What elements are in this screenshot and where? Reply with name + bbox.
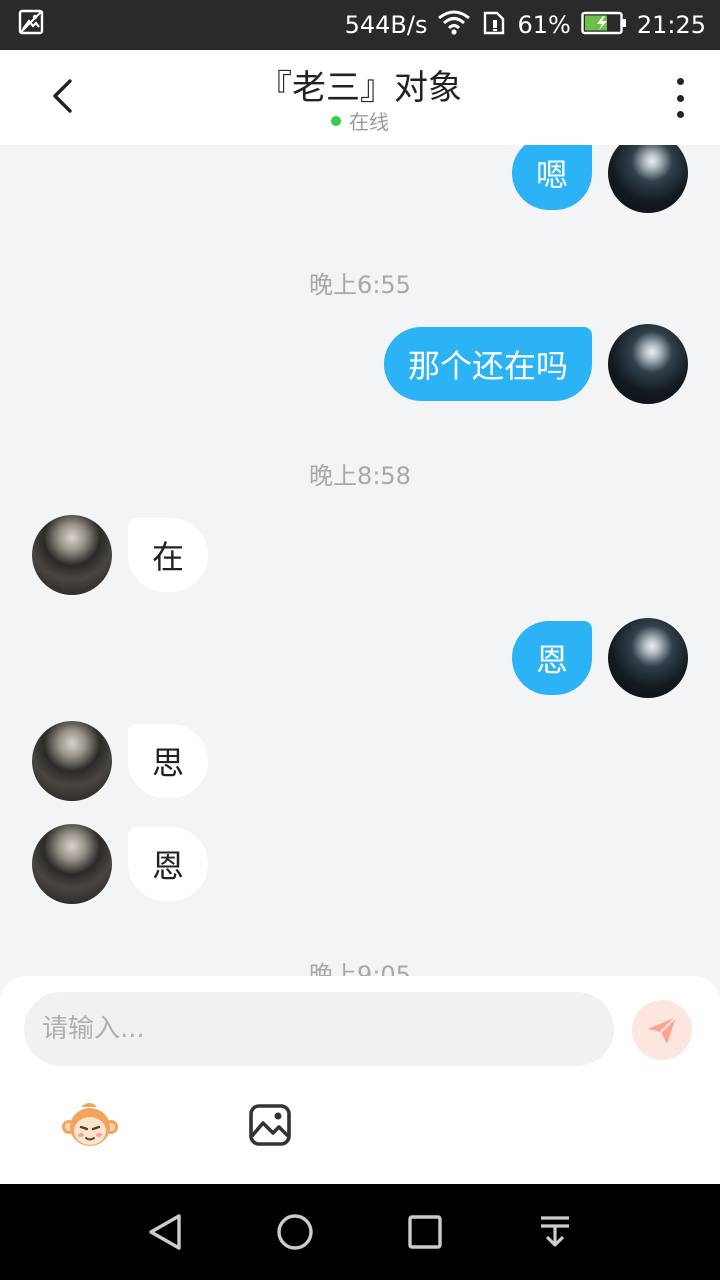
message-list[interactable]: 嗯 晚上6:55 那个还在吗 晚上8:58 在 恩 思 恩 晚上9:05 — [0, 145, 720, 980]
timestamp: 晚上6:55 — [309, 271, 411, 299]
emoji-monkey-icon — [62, 1103, 118, 1146]
message-bubble[interactable]: 嗯 — [511, 145, 592, 210]
message-self[interactable]: 恩 — [511, 618, 688, 698]
contact-avatar[interactable] — [32, 824, 112, 904]
nav-back-icon — [149, 1214, 181, 1250]
nav-notification-icon — [541, 1216, 569, 1247]
message-bubble[interactable]: 恩 — [128, 827, 209, 901]
nav-home-icon — [277, 1214, 313, 1250]
emoji-button[interactable] — [60, 1100, 120, 1150]
message-other[interactable]: 恩 — [32, 824, 209, 904]
nav-notification-button[interactable] — [525, 1202, 585, 1262]
net-speed: 544B/s — [344, 11, 428, 39]
clock: 21:25 — [636, 11, 706, 39]
nav-recent-icon — [408, 1215, 442, 1249]
message-input[interactable] — [24, 992, 614, 1066]
nav-home-button[interactable] — [265, 1202, 325, 1262]
message-bubble[interactable]: 在 — [128, 518, 209, 592]
my-avatar[interactable] — [608, 618, 688, 698]
chat-header: 『老三』对象 在线 — [0, 50, 720, 145]
gallery-icon — [249, 1104, 291, 1146]
battery-percent: 61% — [517, 11, 571, 39]
message-other[interactable]: 思 — [32, 721, 209, 801]
contact-avatar[interactable] — [32, 515, 112, 595]
send-button[interactable] — [632, 1000, 692, 1060]
online-dot — [331, 115, 341, 126]
nav-recent-button[interactable] — [395, 1202, 455, 1262]
gallery-button[interactable] — [240, 1100, 300, 1150]
status-bar: 544B/s 61% 21:25 — [0, 0, 720, 50]
message-bubble[interactable]: 思 — [128, 724, 209, 798]
system-nav-bar — [0, 1184, 720, 1280]
message-self[interactable]: 嗯 — [511, 145, 688, 213]
my-avatar[interactable] — [608, 324, 688, 404]
message-bubble[interactable]: 那个还在吗 — [383, 327, 592, 401]
chat-screen: 544B/s 61% 21:25 『老三』对象 在线 嗯 晚上6:55 那个还在… — [0, 0, 720, 1280]
more-button[interactable] — [670, 78, 690, 118]
battery-icon — [581, 11, 627, 39]
sim-icon — [481, 10, 507, 40]
wifi-icon — [437, 10, 471, 40]
online-status: 在线 — [0, 106, 720, 135]
input-panel — [0, 976, 720, 1184]
message-self[interactable]: 那个还在吗 — [383, 324, 688, 404]
chat-title: 『老三』对象 — [258, 68, 462, 108]
message-bubble[interactable]: 恩 — [511, 621, 592, 695]
online-label: 在线 — [349, 110, 389, 134]
my-avatar[interactable] — [608, 145, 688, 213]
message-other[interactable]: 在 — [32, 515, 209, 595]
nav-back-button[interactable] — [135, 1202, 195, 1262]
more-icon — [676, 78, 684, 85]
timestamp: 晚上8:58 — [309, 462, 411, 490]
send-icon — [648, 1016, 677, 1044]
image-icon — [18, 9, 44, 41]
contact-avatar[interactable] — [32, 721, 112, 801]
